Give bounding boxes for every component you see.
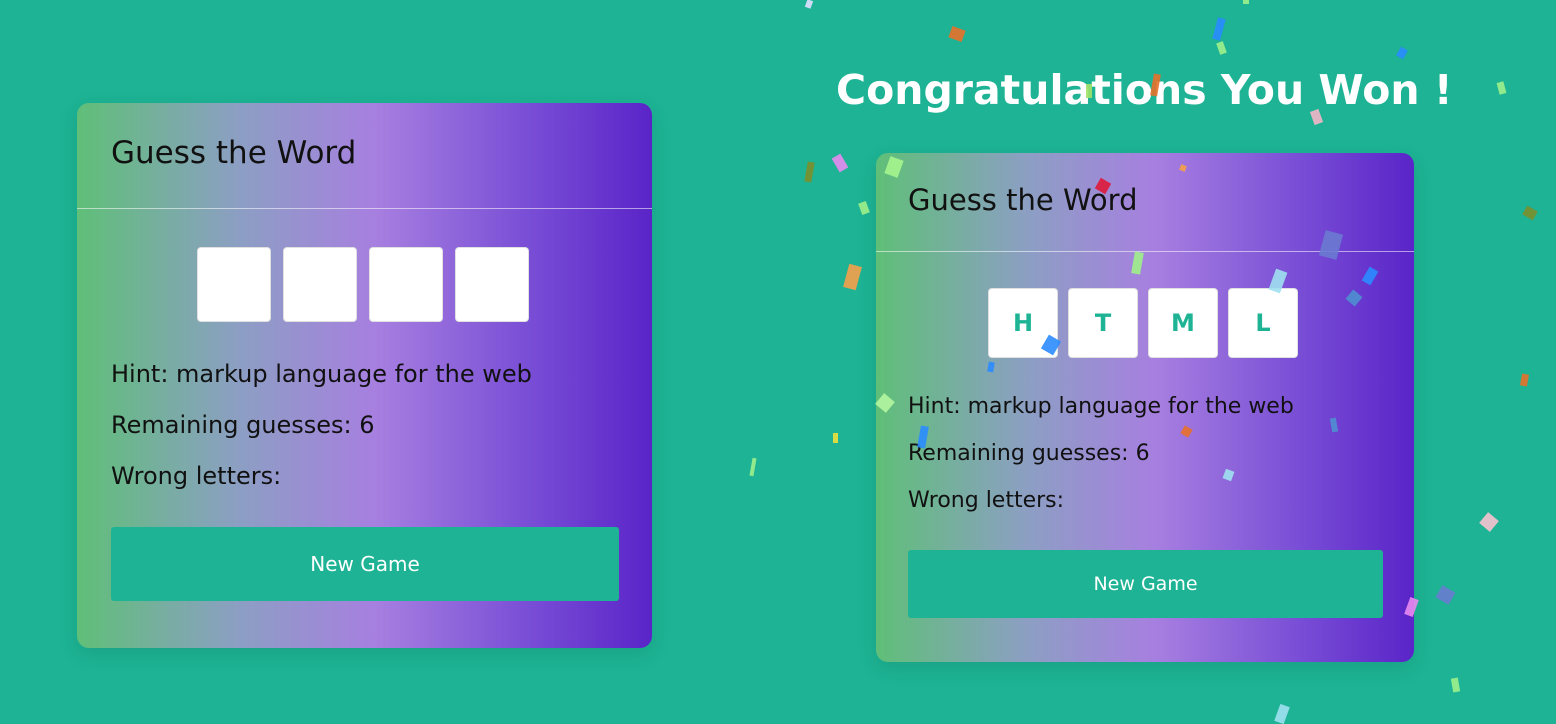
- confetti-piece: [948, 25, 966, 43]
- letter-tile: T: [1068, 288, 1138, 358]
- confetti-piece: [1435, 585, 1456, 605]
- confetti-piece: [804, 0, 814, 9]
- letter-tile: [455, 247, 529, 322]
- confetti-piece: [804, 161, 815, 183]
- letter-tile: [283, 247, 357, 322]
- hint-text: Hint: markup language for the web: [111, 360, 532, 388]
- game-info: Hint: markup language for the web Remain…: [111, 359, 532, 512]
- confetti-piece: [831, 153, 849, 173]
- confetti-piece: [1212, 17, 1226, 41]
- confetti-piece: [1396, 46, 1408, 60]
- letter-tile: L: [1228, 288, 1298, 358]
- confetti-piece: [1520, 373, 1529, 387]
- confetti-piece: [1479, 512, 1499, 532]
- card-title: Guess the Word: [908, 183, 1138, 217]
- confetti-piece: [1450, 677, 1461, 693]
- confetti-piece: [1496, 81, 1507, 95]
- card-title: Guess the Word: [111, 135, 357, 171]
- letter-tile: [197, 247, 271, 322]
- wrong-letters-text: Wrong letters:: [111, 462, 282, 490]
- remaining-guesses-text: Remaining guesses: 6: [111, 411, 375, 439]
- confetti-piece: [1522, 205, 1538, 221]
- divider: [77, 208, 652, 209]
- confetti-piece: [1243, 0, 1249, 4]
- letter-tile: [369, 247, 443, 322]
- game-card-start: Guess the Word Hint: markup language for…: [77, 103, 652, 648]
- confetti-piece: [1216, 41, 1227, 55]
- confetti-piece: [1274, 703, 1290, 724]
- new-game-button[interactable]: New Game: [908, 550, 1383, 618]
- remaining-guesses-text: Remaining guesses: 6: [908, 441, 1150, 466]
- confetti-piece: [833, 433, 838, 443]
- confetti-piece: [858, 200, 870, 216]
- confetti-piece: [843, 263, 862, 291]
- wrong-letters-text: Wrong letters:: [908, 488, 1065, 513]
- game-info: Hint: markup language for the web Remain…: [908, 393, 1294, 534]
- letter-tile: H: [988, 288, 1058, 358]
- letter-tile: M: [1148, 288, 1218, 358]
- game-card-won: Guess the Word H T M L Hint: markup lang…: [876, 153, 1414, 662]
- win-message: Congratulations You Won !: [836, 66, 1453, 114]
- word-tiles: [197, 247, 529, 322]
- word-tiles: H T M L: [988, 288, 1298, 358]
- confetti-piece: [749, 457, 757, 477]
- divider: [876, 251, 1414, 252]
- hint-text: Hint: markup language for the web: [908, 394, 1294, 419]
- new-game-button[interactable]: New Game: [111, 527, 619, 601]
